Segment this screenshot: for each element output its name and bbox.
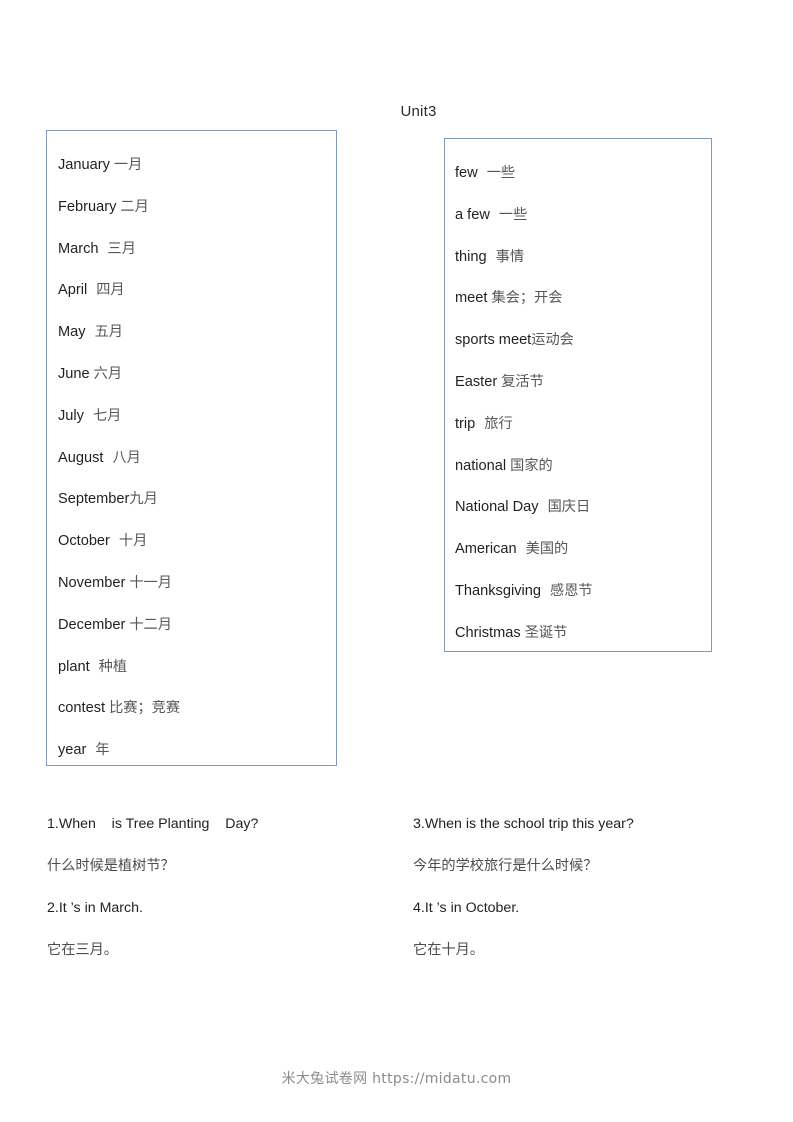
vocabulary-term-english: Thanksgiving	[455, 582, 541, 599]
sentence-chinese: 它在十月。	[413, 942, 484, 958]
vocabulary-term-english: thing	[455, 248, 487, 265]
vocabulary-term-english: November	[58, 574, 126, 591]
vocabulary-row: September九月	[47, 479, 336, 521]
vocabulary-term-english: plant	[58, 658, 90, 675]
vocabulary-row: March 三月	[47, 229, 336, 271]
vocabulary-term-english: October	[58, 533, 110, 550]
vocabulary-row: contest 比赛；竞赛	[47, 688, 336, 730]
vocabulary-term-english: June	[58, 365, 90, 382]
vocabulary-term-english: August	[58, 449, 104, 466]
vocabulary-term-english: year	[58, 742, 87, 759]
footer-watermark: 米大兔试卷网 https://midatu.com	[0, 1068, 793, 1088]
vocabulary-row: November 十一月	[47, 563, 336, 605]
vocabulary-term-chinese: 美国的	[525, 541, 569, 558]
sentences-section: 1.When is Tree Planting Day? 什么时候是植树节？ 2.I…	[0, 810, 793, 980]
vocabulary-term-english: trip	[455, 415, 476, 432]
vocabulary-row: national 国家的	[445, 446, 711, 488]
page-title: Unit3	[0, 103, 793, 120]
vocabulary-term-english: January	[58, 157, 110, 173]
page-title-text: Unit3	[400, 103, 437, 120]
sentence-english: 1.When is Tree Planting Day?	[47, 816, 259, 832]
vocabulary-term-chinese: 圣诞节	[524, 624, 568, 641]
vocabulary-box-right: few 一些 a few 一些 thing 事情 meet 集会；开会 sports meet运…	[444, 138, 712, 652]
vocabulary-term-english: American	[455, 541, 517, 558]
vocabulary-term-chinese: 十二月	[129, 616, 172, 633]
sentence-chinese: 什么时候是植树节？	[47, 858, 175, 874]
vocabulary-term-chinese: 四月	[96, 282, 125, 299]
vocabulary-row: April 四月	[47, 270, 336, 312]
vocabulary-row: October 十月	[47, 521, 336, 563]
vocabulary-row: National Day 国庆日	[445, 487, 711, 529]
vocabulary-term-chinese: 一些	[486, 165, 516, 181]
vocabulary-row: meet 集会；开会	[445, 278, 711, 320]
vocabulary-term-english: National Day	[455, 499, 539, 516]
vocabulary-row: plant 种植	[47, 647, 336, 689]
vocabulary-row: January 一月	[47, 145, 336, 187]
vocabulary-row: thing 事情	[445, 237, 711, 279]
vocabulary-term-chinese: 十一月	[129, 574, 172, 591]
vocabulary-row: trip 旅行	[445, 404, 711, 446]
vocabulary-row: June 六月	[47, 354, 336, 396]
vocabulary-term-english: April	[58, 282, 88, 299]
vocabulary-term-chinese: 事情	[495, 248, 525, 265]
sentence-column-left: 1.When is Tree Planting Day? 什么时候是植树节？ 2.I…	[47, 810, 397, 978]
vocabulary-row: August 八月	[47, 438, 336, 480]
vocabulary-term-chinese: 三月	[107, 240, 136, 257]
worksheet-page: Unit3 January 一月 February 二月 March 三月 April 四月 M…	[0, 0, 793, 1122]
vocabulary-row: American 美国的	[445, 529, 711, 571]
vocabulary-term-english: meet	[455, 290, 488, 307]
vocabulary-term-english: a few	[455, 206, 490, 223]
vocabulary-row: Thanksgiving 感恩节	[445, 571, 711, 613]
sentence-chinese: 它在三月。	[47, 942, 118, 958]
sentence-column-right: 3.When is the school trip this year? 今年的学…	[413, 810, 773, 978]
vocabulary-row: year 年	[47, 730, 336, 772]
vocabulary-term-chinese: 十月	[118, 533, 148, 550]
vocabulary-term-chinese: 一些	[498, 206, 528, 223]
vocabulary-term-chinese: 旅行	[484, 415, 513, 432]
vocabulary-term-chinese: 复活节	[501, 373, 544, 390]
vocabulary-term-english: September	[58, 491, 130, 508]
vocabulary-term-chinese: 国家的	[510, 457, 553, 474]
vocabulary-term-chinese: 九月	[129, 491, 158, 508]
vocabulary-term-chinese: 比赛；竞赛	[109, 700, 181, 717]
vocabulary-term-chinese: 集会；开会	[491, 290, 563, 307]
vocabulary-term-english: few	[455, 165, 478, 181]
vocabulary-term-chinese: 种植	[98, 658, 128, 675]
vocabulary-row: few 一些	[445, 153, 711, 195]
vocabulary-row: Easter 复活节	[445, 362, 711, 404]
sentence-english: 2.It ’s in March.	[47, 900, 143, 916]
vocabulary-term-chinese: 五月	[94, 324, 123, 341]
vocabulary-row: July 七月	[47, 396, 336, 438]
vocabulary-term-english: contest	[58, 700, 106, 717]
vocabulary-row: December 十二月	[47, 605, 336, 647]
vocabulary-term-chinese: 运动会	[531, 332, 574, 349]
vocabulary-term-english: March	[58, 240, 99, 257]
vocabulary-row: May 五月	[47, 312, 336, 354]
vocabulary-row: February 二月	[47, 187, 336, 229]
vocabulary-term-english: May	[58, 324, 86, 341]
vocabulary-term-english: July	[58, 407, 84, 424]
vocabulary-term-chinese: 国庆日	[547, 499, 591, 516]
vocabulary-term-chinese: 七月	[92, 407, 122, 424]
vocabulary-term-english: February	[58, 198, 117, 215]
vocabulary-row: a few 一些	[445, 195, 711, 237]
vocabulary-box-left: January 一月 February 二月 March 三月 April 四月 May 五月 Ju…	[46, 130, 337, 766]
vocabulary-term-chinese: 二月	[120, 198, 149, 215]
vocabulary-term-english: Christmas	[455, 624, 521, 641]
sentence-english: 3.When is the school trip this year?	[413, 816, 634, 832]
vocabulary-term-chinese: 感恩节	[550, 582, 593, 599]
vocabulary-term-english: national	[455, 457, 507, 474]
watermark-text: 米大兔试卷网 https://midatu.com	[281, 1071, 512, 1087]
sentence-chinese: 今年的学校旅行是什么时候？	[413, 858, 598, 874]
vocabulary-row: sports meet运动会	[445, 320, 711, 362]
vocabulary-term-chinese: 六月	[93, 365, 123, 382]
vocabulary-term-english: sports meet	[455, 332, 532, 349]
vocabulary-term-english: Easter	[455, 373, 498, 390]
vocabulary-term-chinese: 八月	[112, 449, 141, 466]
sentence-english: 4.It ’s in October.	[413, 900, 520, 916]
vocabulary-row: Christmas 圣诞节	[445, 613, 711, 655]
vocabulary-term-chinese: 年	[95, 742, 110, 759]
vocabulary-term-chinese: 一月	[113, 157, 143, 173]
vocabulary-term-english: December	[58, 616, 126, 633]
